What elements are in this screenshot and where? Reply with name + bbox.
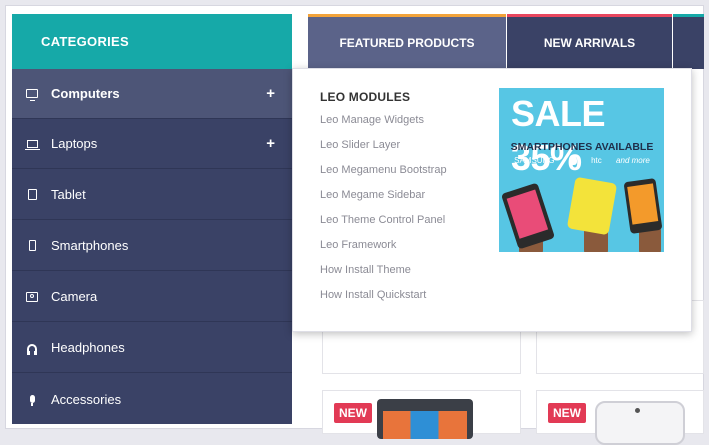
tablet-icon [26, 189, 38, 201]
brand-htc: htc [591, 156, 602, 165]
mega-menu-link[interactable]: Leo Framework [320, 237, 447, 262]
mega-menu-link[interactable]: Leo Slider Layer [320, 137, 447, 162]
sidebar-item-label: Smartphones [51, 238, 129, 253]
tab-label: NEW ARRIVALS [543, 36, 636, 50]
phone-image [500, 182, 556, 250]
mega-menu-link[interactable]: How Install Theme [320, 262, 447, 287]
monitor-icon [26, 88, 38, 101]
mega-menu-link[interactable]: Leo Megame Sidebar [320, 187, 447, 212]
mega-menu-link[interactable]: How Install Quickstart [320, 287, 447, 312]
brand-more: and more [616, 156, 650, 165]
expand-icon[interactable]: + [266, 85, 275, 102]
laptop-icon [24, 138, 40, 150]
camera-icon [26, 291, 38, 303]
sidebar-item-laptops[interactable]: Laptops + [12, 119, 292, 169]
sidebar-item-headphones[interactable]: Headphones [12, 323, 292, 373]
brand-samsung: SAMSUNG [514, 156, 555, 165]
headphones-icon [26, 342, 38, 355]
smartphone-icon [26, 240, 38, 252]
sidebar-item-computers[interactable]: Computers + [12, 69, 292, 119]
tab-featured-products[interactable]: FEATURED PRODUCTS [308, 14, 506, 69]
brand-row: SAMSUNG htc and more [507, 156, 657, 165]
product-image[interactable] [377, 399, 473, 439]
product-image[interactable] [595, 401, 685, 445]
sidebar-item-label: Tablet [51, 187, 86, 202]
tab-new-arrivals[interactable]: NEW ARRIVALS [507, 14, 672, 69]
sidebar-item-tablet[interactable]: Tablet [12, 170, 292, 220]
mega-menu-links: Leo Manage Widgets Leo Slider Layer Leo … [320, 112, 447, 312]
category-list: Computers + Laptops + Tablet Smartphones… [12, 69, 292, 424]
mega-menu-dropdown: LEO MODULES Leo Manage Widgets Leo Slide… [292, 68, 692, 332]
sidebar-item-label: Headphones [51, 340, 125, 355]
sidebar-item-label: Laptops [51, 136, 98, 151]
sale-headline: SALE 35% [511, 93, 606, 178]
phone-image [566, 176, 618, 236]
sidebar-item-label: Accessories [51, 391, 122, 407]
mega-menu-link[interactable]: Leo Manage Widgets [320, 112, 447, 137]
phone-image [623, 178, 663, 234]
sidebar-item-label: Computers [51, 86, 120, 101]
sidebar-item-accessories[interactable]: Accessories [12, 374, 292, 424]
tab-more[interactable] [673, 14, 704, 69]
categories-header: CATEGORIES [12, 14, 292, 69]
new-badge: NEW [334, 403, 372, 423]
sale-subline: SMARTPHONES AVAILABLE [510, 141, 654, 153]
apple-icon [568, 156, 577, 165]
product-card[interactable]: NEW [536, 390, 704, 445]
mega-menu-link[interactable]: Leo Theme Control Panel [320, 212, 447, 237]
microphone-icon [26, 393, 38, 406]
categories-title: CATEGORIES [41, 34, 129, 49]
sidebar-item-camera[interactable]: Camera [12, 272, 292, 322]
tab-label: FEATURED PRODUCTS [339, 36, 475, 50]
product-card[interactable]: NEW [322, 390, 521, 439]
sidebar-item-smartphones[interactable]: Smartphones [12, 221, 292, 271]
mega-menu-link[interactable]: Leo Megamenu Bootstrap [320, 162, 447, 187]
new-badge: NEW [548, 403, 586, 423]
sidebar-item-label: Camera [51, 289, 98, 304]
mega-menu-title: LEO MODULES [320, 90, 411, 104]
sale-banner[interactable]: SALE 35% SMARTPHONES AVAILABLE SAMSUNG h… [499, 88, 664, 252]
expand-icon[interactable]: + [266, 135, 275, 152]
